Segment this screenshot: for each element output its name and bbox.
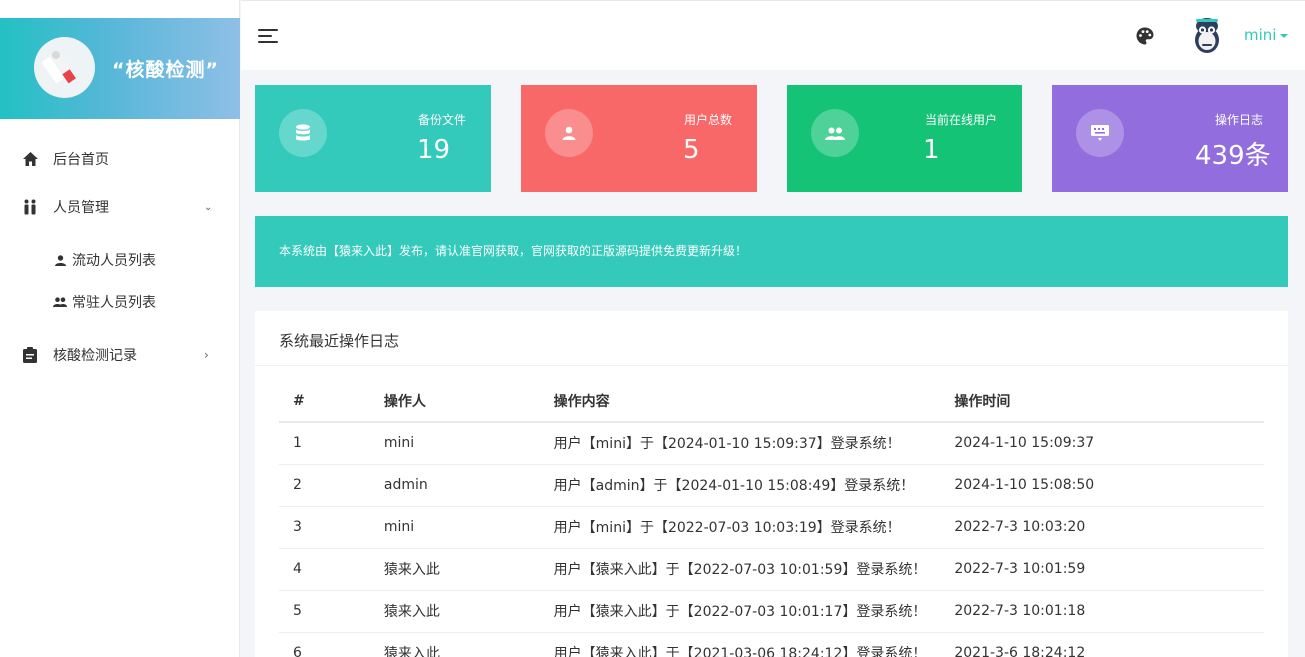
users-online-icon [811,109,859,157]
cell-content: 用户【mini】于【2022-07-03 10:03:19】登录系统！ [539,506,941,549]
top-header: mini [241,0,1305,70]
logo-banner[interactable]: “核酸检测” [0,18,240,119]
menu-label-personnel: 人员管理 [53,200,109,216]
cell-content: 用户【admin】于【2024-01-10 15:08:49】登录系统！ [539,464,941,507]
cell-operator: mini [369,506,540,549]
divider [255,365,1288,366]
panel-title: 系统最近操作日志 [279,332,400,350]
table-row: 2 admin 用户【admin】于【2024-01-10 15:08:49】登… [279,464,1264,507]
cell-time: 2022-7-3 10:03:20 [940,506,1264,549]
menu-item-dashboard[interactable]: 后台首页 [0,139,240,179]
stat-label: 备份文件 [417,113,466,127]
cell-index: 5 [279,590,370,633]
cell-content: 用户【猿来入此】于【2022-07-03 10:01:17】登录系统！ [539,590,941,633]
submenu-item-mobile-personnel[interactable]: 流动人员列表 [0,242,240,278]
menu-label-dashboard: 后台首页 [53,152,109,168]
table-row: 6 猿来入此 用户【猿来入此】于【2021-03-06 18:24:12】登录系… [279,632,1264,657]
cell-time: 2022-7-3 10:01:18 [940,590,1264,633]
stat-value: 5 [683,135,700,165]
cell-operator: admin [369,464,540,507]
database-icon [279,109,327,157]
cell-content: 用户【mini】于【2024-01-10 15:09:37】登录系统！ [539,422,941,465]
caret-down-icon[interactable] [1280,34,1288,38]
stat-label: 用户总数 [683,113,732,127]
cell-index: 2 [279,464,370,507]
cell-time: 2024-1-10 15:08:50 [940,464,1264,507]
user-icon [545,109,593,157]
table-row: 5 猿来入此 用户【猿来入此】于【2022-07-03 10:01:17】登录系… [279,590,1264,633]
stat-value: 439条 [1195,141,1271,171]
cell-content: 用户【猿来入此】于【2021-03-06 18:24:12】登录系统！ [539,632,941,657]
avatar[interactable] [1192,16,1222,54]
operation-log-table: # 操作人 操作内容 操作时间 1 mini 用户【mini】于【2024-01… [279,380,1264,657]
hamburger-menu-icon[interactable] [258,28,278,44]
palette-icon[interactable] [1136,27,1154,45]
home-icon [21,150,39,168]
stat-label: 操作日志 [1214,113,1263,127]
submenu-item-resident-personnel[interactable]: 常驻人员列表 [0,284,240,320]
stat-card-users: 用户总数 5 [521,85,757,192]
stat-card-operation-logs: 操作日志 439条 [1052,85,1288,192]
cell-operator: mini [369,422,540,465]
stat-value: 1 [923,135,940,165]
stat-card-backups: 备份文件 19 [255,85,491,192]
column-header-index: # [279,380,370,423]
cell-time: 2022-7-3 10:01:59 [940,548,1264,591]
cell-time: 2024-1-10 15:09:37 [940,422,1264,465]
stat-card-online-users: 当前在线用户 1 [787,85,1022,192]
cell-content: 用户【猿来入此】于【2022-07-03 10:01:59】登录系统！ [539,548,941,591]
stat-label: 当前在线用户 [924,113,997,127]
cell-operator: 猿来入此 [369,590,540,633]
cell-operator: 猿来入此 [369,632,540,657]
clipboard-icon [21,346,39,364]
table-row: 4 猿来入此 用户【猿来入此】于【2022-07-03 10:01:59】登录系… [279,548,1264,591]
stat-value: 19 [417,135,451,165]
cell-operator: 猿来入此 [369,548,540,591]
cell-index: 4 [279,548,370,591]
table-header-row: # 操作人 操作内容 操作时间 [279,380,1264,423]
submenu-label-mobile-personnel: 流动人员列表 [72,253,156,269]
cell-index: 3 [279,506,370,549]
column-header-content: 操作内容 [539,380,941,423]
cell-index: 1 [279,422,370,465]
group-icon [53,295,67,309]
menu-label-test-records: 核酸检测记录 [53,348,137,364]
user-name-dropdown[interactable]: mini [1244,26,1276,44]
logo-image [34,37,95,98]
column-header-time: 操作时间 [940,380,1264,423]
column-header-operator: 操作人 [369,380,540,423]
menu-item-test-records[interactable]: 核酸检测记录 › [0,335,240,375]
submenu-label-resident-personnel: 常驻人员列表 [72,295,156,311]
cell-index: 6 [279,632,370,657]
person-icon [53,253,67,267]
table-row: 1 mini 用户【mini】于【2024-01-10 15:09:37】登录系… [279,422,1264,465]
notice-banner: 本系统由【猿来入此】发布，请认准官网获取，官网获取的正版源码提供免费更新升级！ [255,216,1288,287]
operation-log-panel: 系统最近操作日志 # 操作人 操作内容 操作时间 1 mini 用户【mini】… [255,311,1288,657]
cell-time: 2021-3-6 18:24:12 [940,632,1264,657]
chevron-right-icon: › [204,348,209,362]
people-icon [21,198,39,216]
app-title: “核酸检测” [112,59,219,81]
chevron-down-icon: ⌄ [204,201,213,213]
keyboard-icon [1076,109,1124,157]
sidebar: “核酸检测” 后台首页 人员管理 ⌄ 流动人员列表 常驻人员列表 核酸检测记录 … [0,0,240,657]
table-row: 3 mini 用户【mini】于【2022-07-03 10:03:19】登录系… [279,506,1264,549]
menu-item-personnel[interactable]: 人员管理 ⌄ [0,187,240,227]
